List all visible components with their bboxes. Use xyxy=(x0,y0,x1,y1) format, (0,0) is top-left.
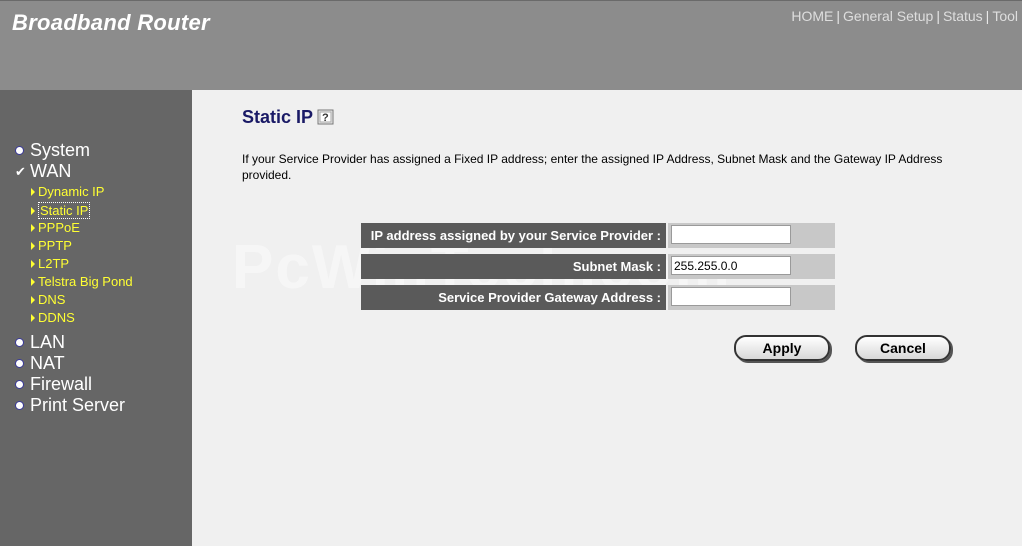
sidebar-item-label: Print Server xyxy=(30,395,126,415)
nav-separator: | xyxy=(985,8,990,24)
nav-separator: | xyxy=(936,8,940,24)
sidebar-subitem-label: DNS xyxy=(38,292,66,307)
ip-address-cell xyxy=(668,223,835,248)
arrow-right-icon xyxy=(31,223,35,232)
sidebar-subitem-l2tp[interactable]: L2TP xyxy=(31,256,69,271)
sidebar-item-firewall[interactable]: Firewall xyxy=(15,374,92,395)
sidebar-item-nat[interactable]: NAT xyxy=(15,353,65,374)
bullet-dot-icon xyxy=(15,146,24,155)
sidebar-subitem-pptp[interactable]: PPTP xyxy=(31,238,72,253)
sidebar-item-label: LAN xyxy=(30,332,66,352)
help-icon[interactable]: ? xyxy=(316,108,336,126)
sidebar-subitem-dns[interactable]: DNS xyxy=(31,292,65,307)
sidebar-subitem-label: L2TP xyxy=(38,256,70,271)
gateway-address-cell xyxy=(668,285,835,310)
subnet-mask-label: Subnet Mask : xyxy=(361,254,666,279)
arrow-right-icon xyxy=(31,187,35,196)
sidebar-item-system[interactable]: System xyxy=(15,140,90,161)
sidebar-item-label: System xyxy=(30,140,91,160)
bullet-dot-icon xyxy=(15,401,24,410)
main-content: PcWinTech.com Static IP ? If your Servic… xyxy=(192,90,1022,546)
arrow-right-icon xyxy=(31,241,35,250)
arrow-right-icon xyxy=(31,277,35,286)
gateway-address-label: Service Provider Gateway Address : xyxy=(361,285,666,310)
sidebar-subitem-label: PPTP xyxy=(38,238,72,253)
sidebar-subitem-ddns[interactable]: DDNS xyxy=(31,310,75,325)
nav-status-link[interactable]: Status xyxy=(943,8,983,24)
page-description: If your Service Provider has assigned a … xyxy=(242,152,943,182)
nav-tool-link[interactable]: Tool xyxy=(992,8,1018,24)
sidebar-item-lan[interactable]: LAN xyxy=(15,332,65,353)
bullet-dot-icon xyxy=(15,338,24,347)
nav-separator: | xyxy=(836,8,841,24)
apply-button[interactable]: Apply xyxy=(734,335,830,361)
sidebar-subitem-label: Dynamic IP xyxy=(38,184,105,199)
sidebar-item-print-server[interactable]: Print Server xyxy=(15,395,125,416)
sidebar-item-label: WAN xyxy=(30,161,72,181)
svg-text:?: ? xyxy=(322,112,329,124)
sidebar-subitem-dynamic-ip[interactable]: Dynamic IP xyxy=(31,184,104,199)
bullet-dot-icon xyxy=(15,359,24,368)
sidebar-subitem-label: DDNS xyxy=(38,310,75,325)
nav-general-setup-link[interactable]: General Setup xyxy=(843,8,933,24)
header-bar: Broadband Router HOME | General Setup | Stat… xyxy=(0,0,1022,90)
nav-home-link[interactable]: HOME xyxy=(791,8,833,24)
subnet-mask-input[interactable] xyxy=(671,256,791,275)
arrow-right-icon xyxy=(31,295,35,304)
arrow-right-icon xyxy=(31,313,35,322)
sidebar-item-wan[interactable]: ✔ WAN xyxy=(15,161,71,182)
brand-title: Broadband Router xyxy=(12,10,210,35)
subnet-mask-cell xyxy=(668,254,835,279)
cancel-button[interactable]: Cancel xyxy=(855,335,951,361)
sidebar-subitem-label: Static IP xyxy=(38,202,91,219)
sidebar-subitem-pppoe[interactable]: PPPoE xyxy=(31,220,80,235)
arrow-right-icon xyxy=(31,206,35,215)
sidebar-item-label: Firewall xyxy=(30,374,93,394)
sidebar-item-label: NAT xyxy=(30,353,65,373)
bullet-dot-icon xyxy=(15,380,24,389)
sidebar-subitem-label: Telstra Big Pond xyxy=(38,274,133,289)
sidebar-subitem-label: PPPoE xyxy=(38,220,80,235)
ip-address-input[interactable] xyxy=(671,225,791,244)
arrow-right-icon xyxy=(31,259,35,268)
gateway-address-input[interactable] xyxy=(671,287,791,306)
sidebar: System ✔ WAN Dynamic IP Static IP PPPoE … xyxy=(0,90,192,546)
page-title: Static IP xyxy=(242,107,314,127)
sidebar-subitem-telstra-big-pond[interactable]: Telstra Big Pond xyxy=(31,274,133,289)
checkmark-icon: ✔ xyxy=(15,163,26,179)
top-nav: HOME | General Setup | Status | Tool xyxy=(791,8,1018,24)
ip-address-label: IP address assigned by your Service Prov… xyxy=(361,223,666,248)
sidebar-subitem-static-ip[interactable]: Static IP xyxy=(31,202,91,219)
